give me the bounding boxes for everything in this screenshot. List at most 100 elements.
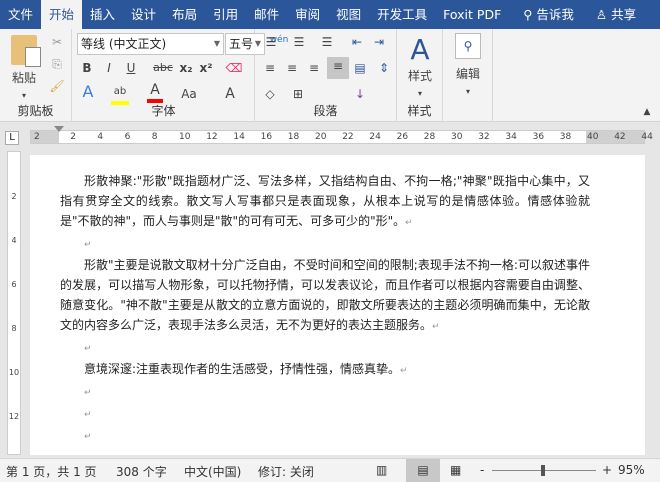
paste-button[interactable]: 粘贴 ▾ [6,35,42,105]
paragraph[interactable]: ↵ [60,403,590,425]
read-mode-icon[interactable]: ▥ [376,463,387,477]
tab-mailings[interactable]: 邮件 [246,0,287,29]
font-color-icon: A [150,82,160,98]
ruler-number: 6 [124,132,131,142]
styles-button[interactable]: A 样式 ▾ [401,33,439,103]
language[interactable]: 中文(中国) [184,463,241,480]
paragraph[interactable]: 形散神聚:"形散"既指题材广泛、写法多样，又指结构自由、不拘一格;"神聚"既指中… [60,171,590,233]
italic-button[interactable]: I [101,59,117,77]
zoom-level[interactable]: 95% [618,463,645,477]
format-painter-icon[interactable]: 🖌 [48,77,66,95]
paragraph[interactable]: 意境深邃:注重表现作者的生活感受，抒情性强，情感真挚。↵ [60,359,590,381]
tab-selector[interactable]: L [5,131,19,145]
change-case-button[interactable]: Aa [177,85,201,103]
paragraph-mark: ↵ [84,410,92,420]
ruler-number: 4 [97,132,104,142]
borders-icon[interactable]: ⊞ [289,85,307,103]
bold-button[interactable]: B [79,59,95,77]
bullets-icon[interactable]: ☰ [261,33,281,51]
grow-font-icon[interactable]: A [223,85,237,103]
paragraph-mark: ↵ [405,218,413,228]
decrease-indent-icon[interactable]: ⇤ [347,33,367,51]
document-body[interactable]: 形散神聚:"形散"既指题材广泛、写法多样，又指结构自由、不拘一格;"神聚"既指中… [60,171,590,447]
font-name-select[interactable]: 等线 (中文正文) ▼ [77,33,224,55]
paragraph[interactable]: 形散"主要是说散文取材十分广泛自由，不受时间和空间的限制;表现手法不拘一格:可以… [60,255,590,337]
line-spacing-icon[interactable]: ⇕ [375,59,393,77]
zoom-slider-thumb[interactable] [541,465,546,476]
find-icon: ⚲ [455,33,481,59]
paragraph-mark: ↵ [400,366,408,376]
tab-foxit[interactable]: Foxit PDF [435,0,509,29]
numbering-icon[interactable]: ☰ [289,33,309,51]
tab-home[interactable]: 开始 [41,0,83,29]
editing-button[interactable]: ⚲ 编辑 ▾ [449,33,487,101]
ruler-number: 20 [315,132,327,142]
paragraph[interactable]: ↵ [60,337,590,359]
multilevel-list-icon[interactable]: ☰ [317,33,337,51]
paragraph-text: 形散"主要是说散文取材十分广泛自由，不受时间和空间的限制;表现手法不拘一格:可以… [60,258,590,332]
collapse-ribbon-icon[interactable]: ▲ [640,103,654,121]
clear-formatting-icon[interactable]: ⌫ [225,59,243,77]
ruler-number: 6 [11,280,17,289]
status-bar: 第 1 页，共 1 页 308 个字 中文(中国) 修订: 关闭 ▥ ▤ ▦ -… [0,458,660,482]
ruler-number: 10 [179,132,191,142]
cut-icon[interactable]: ✂ [48,33,66,51]
zoom-out-button[interactable]: - [480,463,484,477]
tab-layout[interactable]: 布局 [164,0,205,29]
align-center-icon[interactable]: ≡ [283,59,301,77]
ribbon: 粘贴 ▾ ✂ ⎘ 🖌 剪贴板 等线 (中文正文) ▼ 五号 ▼ B I U abc x… [0,29,660,122]
ruler-number: 24 [369,132,381,142]
distributed-icon[interactable]: ▤ [351,59,369,77]
tab-insert[interactable]: 插入 [82,0,123,29]
ruler-number: 36 [532,132,545,142]
indent-marker[interactable] [54,126,64,132]
justify-icon[interactable]: ≡ [327,57,349,79]
page-count[interactable]: 第 1 页，共 1 页 [6,463,97,480]
font-name-value: 等线 (中文正文) [81,37,167,51]
ruler-number: 12 [8,412,20,421]
paragraph-mark: ↵ [84,240,92,250]
tab-file[interactable]: 文件 [0,0,41,29]
ruler-bar: 2 2 4 6 8 10 12 14 16 18 20 22 24 26 28 30 32 34 36 38 40 42 4… [30,130,653,144]
document-page[interactable]: 形散神聚:"形散"既指题材广泛、写法多样，又指结构自由、不拘一格;"神聚"既指中… [30,155,645,455]
ruler-number: 10 [8,368,20,377]
paragraph[interactable]: ↵ [60,381,590,403]
tab-design[interactable]: 设计 [123,0,164,29]
subscript-button[interactable]: x₂ [177,59,195,77]
horizontal-ruler[interactable]: L 2 2 4 6 8 10 12 14 16 18 20 22 24 26 28 30 32 34 36 38 40 4… [0,123,660,151]
ribbon-tabs: 文件 开始 插入 设计 布局 引用 邮件 审阅 视图 开发工具 Foxit PD… [0,0,660,29]
superscript-button[interactable]: x² [197,59,215,77]
zoom-in-button[interactable]: + [602,463,612,477]
ruler-number: 8 [11,324,17,333]
editing-label: 编辑 [455,67,480,81]
tab-references[interactable]: 引用 [205,0,246,29]
paragraph[interactable]: ↵ [60,425,590,447]
font-group: 等线 (中文正文) ▼ 五号 ▼ B I U abc x₂ x² ⌫ A ab A … [73,29,288,122]
strikethrough-button[interactable]: abc [151,59,175,77]
paragraph[interactable]: ↵ [60,233,590,255]
text-effects-icon[interactable]: A [79,83,97,101]
chevron-down-icon: ▼ [213,39,220,48]
tab-review[interactable]: 审阅 [287,0,328,29]
font-color-button[interactable]: A [147,81,163,103]
sort-icon[interactable]: ↓ [351,85,369,103]
tell-me-label: 告诉我 [536,7,574,22]
ruler-number: 44 [641,132,653,142]
increase-indent-icon[interactable]: ⇥ [369,33,389,51]
print-layout-icon[interactable]: ▤ [406,459,440,482]
ruler-number: 2 [11,192,17,201]
track-changes[interactable]: 修订: 关闭 [258,463,314,480]
underline-button[interactable]: U [123,59,139,77]
copy-icon[interactable]: ⎘ [48,55,66,73]
align-left-icon[interactable]: ≡ [261,59,279,77]
align-right-icon[interactable]: ≡ [305,59,323,77]
tab-view[interactable]: 视图 [328,0,369,29]
paragraph-text: 形散神聚:"形散"既指题材广泛、写法多样，又指结构自由、不拘一格;"神聚"既指中… [60,174,590,228]
share-button[interactable]: ♙ 共享 [588,0,644,29]
word-count[interactable]: 308 个字 [116,463,167,480]
tell-me-button[interactable]: ⚲ 告诉我 [515,0,582,29]
shading-icon[interactable]: ◇ [261,85,279,103]
web-layout-icon[interactable]: ▦ [450,463,461,477]
tab-developer[interactable]: 开发工具 [369,0,435,29]
ruler-number: 2 [34,132,40,142]
